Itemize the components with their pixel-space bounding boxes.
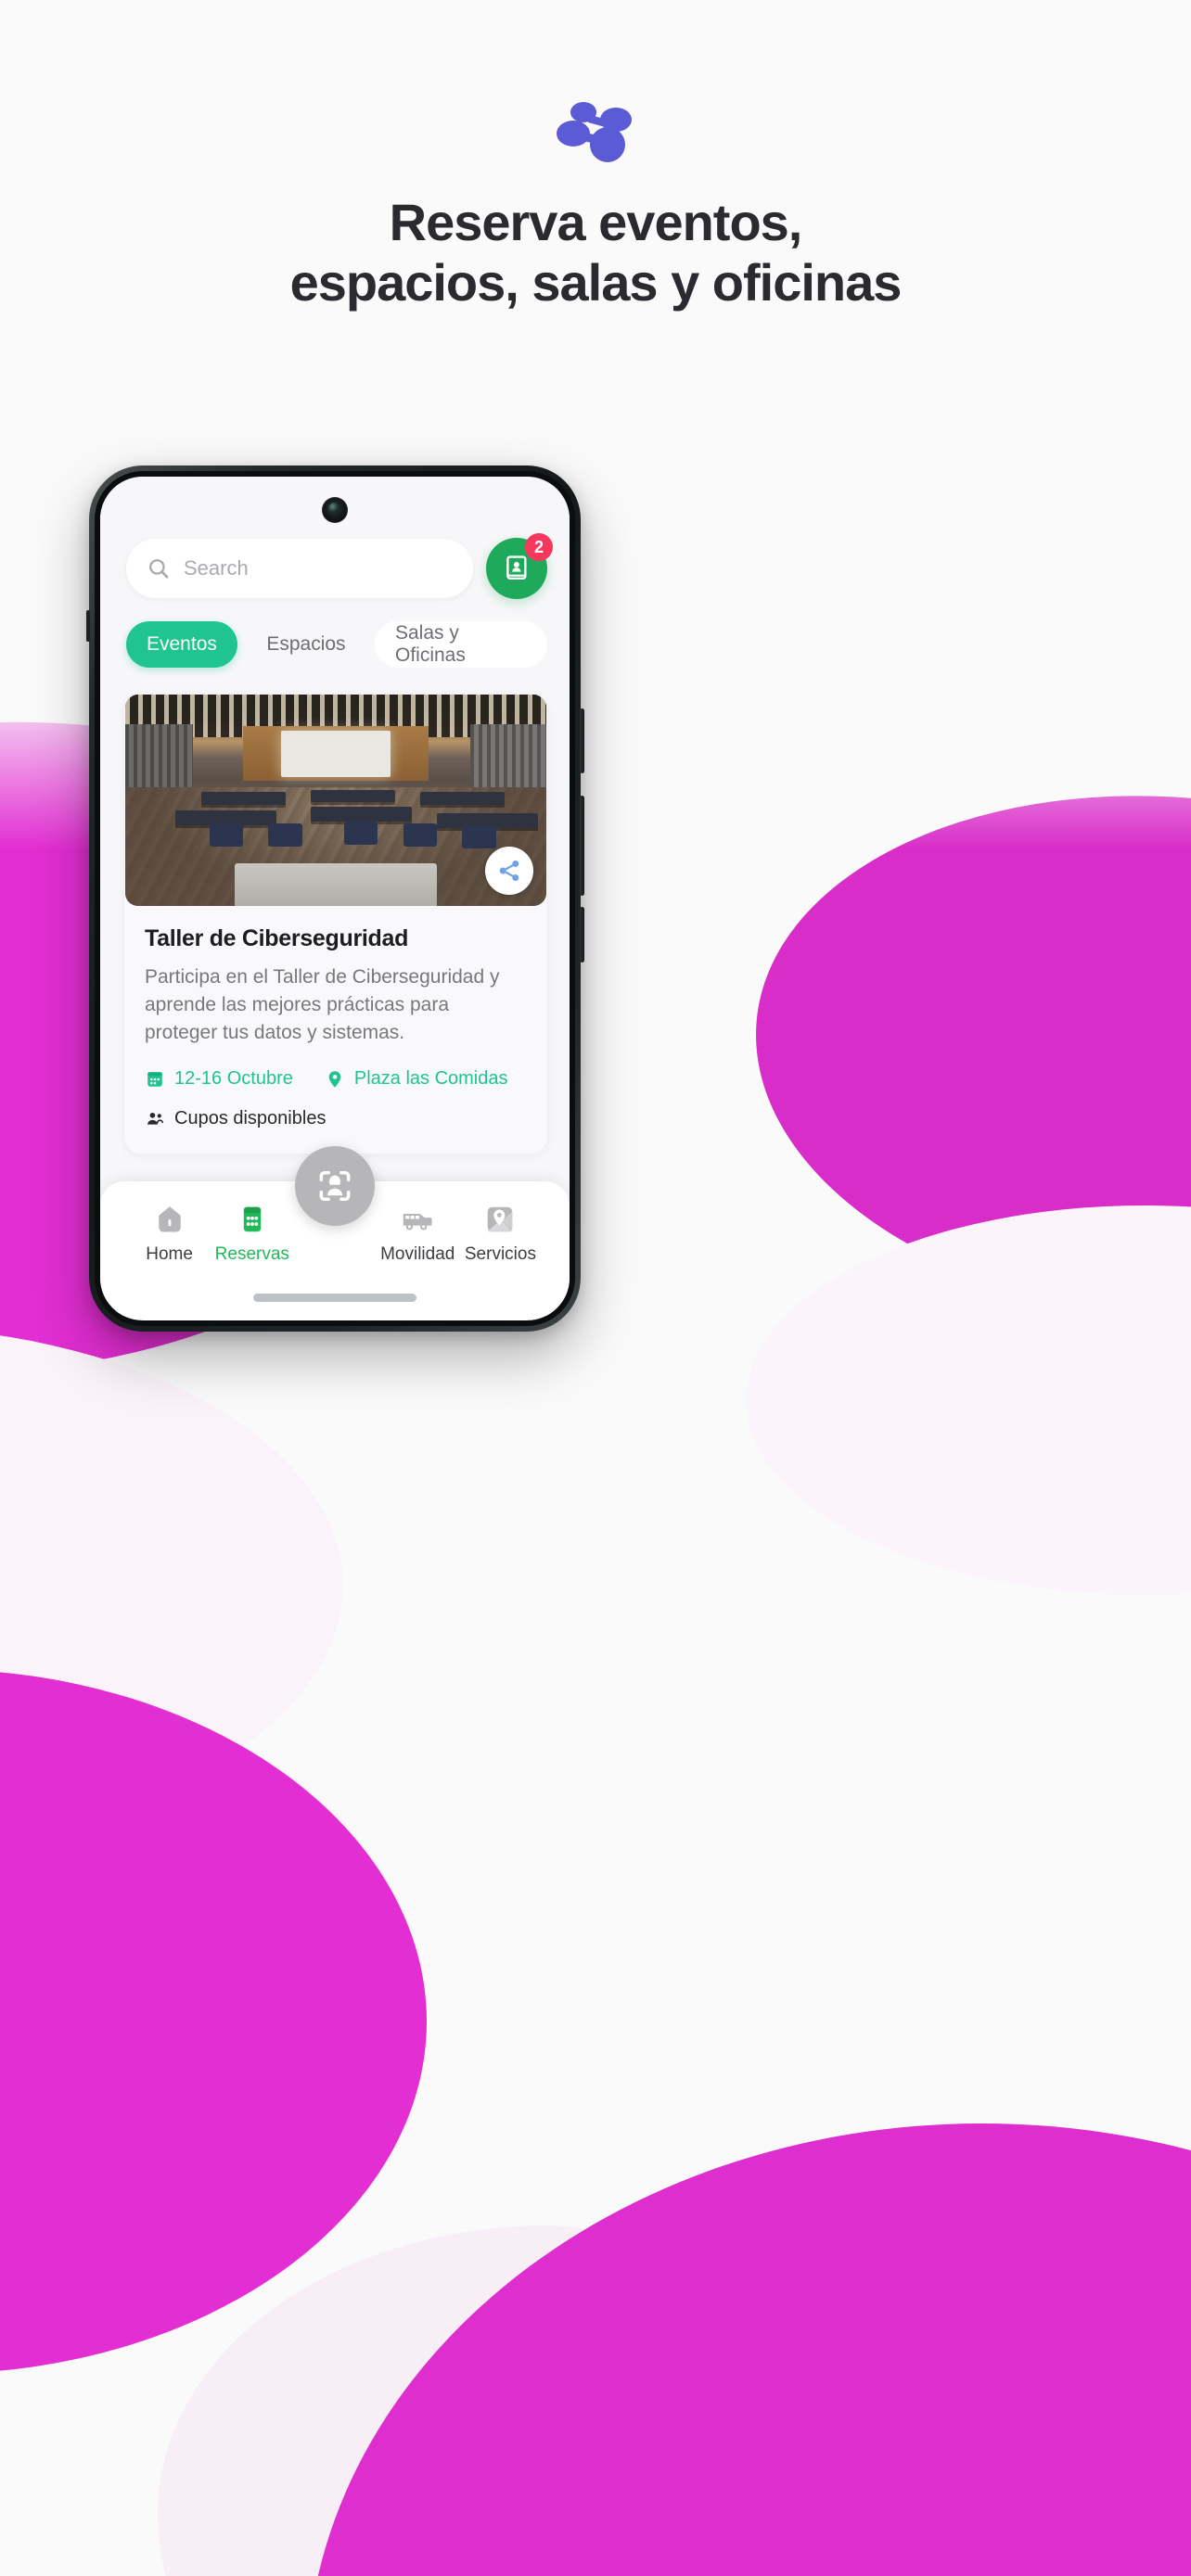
phone-left-nub (86, 610, 90, 642)
nav-item-reservas[interactable]: Reservas (211, 1202, 293, 1265)
contact-card-icon (506, 555, 527, 580)
home-icon (158, 1206, 181, 1232)
home-indicator[interactable] (253, 1294, 416, 1302)
event-date-label: 12-16 Octubre (174, 1068, 293, 1090)
event-card-image (125, 695, 546, 906)
bottom-navigation: Home Reservas Movilidad Servicios (100, 1146, 570, 1320)
tab-espacios[interactable]: Espacios (246, 621, 365, 668)
conference-room-photo (125, 695, 546, 906)
people-icon (147, 1112, 164, 1125)
event-card[interactable]: Taller de Ciberseguridad Participa en el… (124, 694, 547, 1154)
headline-line-1: Reserva eventos, (389, 193, 803, 251)
nav-label-reservas: Reservas (214, 1244, 289, 1264)
background-blob-bottom (306, 2123, 1191, 2576)
map-pin-icon (328, 1071, 341, 1088)
nav-item-servicios[interactable]: Servicios (459, 1202, 542, 1265)
search-placeholder: Search (184, 556, 249, 580)
search-icon (149, 559, 169, 579)
event-availability: Cupos disponibles (145, 1108, 326, 1129)
share-button[interactable] (485, 847, 533, 895)
search-row: Search 2 (100, 477, 570, 599)
headline-line-2: espacios, salas y oficinas (289, 252, 903, 312)
event-description: Participa en el Taller de Ciberseguridad… (145, 966, 500, 1043)
event-location-label: Plaza las Comidas (353, 1068, 508, 1090)
van-icon (403, 1213, 432, 1231)
page-root: Reserva eventos, espacios, salas y ofici… (0, 0, 1191, 2576)
event-date: 12-16 Octubre (145, 1068, 293, 1090)
event-availability-label: Cupos disponibles (174, 1108, 327, 1129)
phone-mockup: Search 2 Eventos Espacios Salas y Oficin… (86, 465, 584, 1332)
category-tabs: Eventos Espacios Salas y Oficinas (100, 599, 570, 668)
id-card-button-wrapper: 2 (486, 533, 553, 599)
marketing-header: Reserva eventos, espacios, salas y ofici… (0, 0, 1191, 313)
map-icon (488, 1206, 513, 1232)
calendar-icon (243, 1206, 261, 1232)
nav-label-movilidad: Movilidad (380, 1244, 455, 1264)
background-blob-right-light (746, 1205, 1191, 1595)
molecule-logo-icon (557, 102, 632, 162)
event-card-body: Taller de Ciberseguridad Participa en el… (124, 907, 547, 1154)
event-meta-row: 12-16 Octubre Plaza las Comidas (145, 1068, 527, 1090)
share-icon (499, 861, 519, 881)
event-location: Plaza las Comidas (325, 1068, 508, 1090)
phone-volume-up-button[interactable] (580, 796, 584, 896)
face-scan-icon (319, 1170, 351, 1202)
phone-volume-down-button[interactable] (580, 907, 584, 963)
phone-screen: Search 2 Eventos Espacios Salas y Oficin… (100, 477, 570, 1320)
app-viewport: Search 2 Eventos Espacios Salas y Oficin… (100, 477, 570, 1320)
nav-item-movilidad[interactable]: Movilidad (377, 1202, 459, 1265)
event-availability-row: Cupos disponibles (145, 1108, 527, 1129)
calendar-icon (147, 1072, 162, 1087)
nav-label-home: Home (146, 1244, 193, 1264)
notification-badge: 2 (525, 533, 553, 561)
page-title: Reserva eventos, espacios, salas y ofici… (0, 193, 1191, 313)
tab-eventos[interactable]: Eventos (126, 621, 237, 668)
phone-power-button[interactable] (580, 708, 584, 773)
nav-label-servicios: Servicios (464, 1244, 536, 1264)
tab-salas-y-oficinas[interactable]: Salas y Oficinas (374, 621, 548, 668)
front-camera-icon (322, 497, 348, 523)
event-title: Taller de Ciberseguridad (145, 925, 409, 951)
search-input[interactable]: Search (126, 539, 473, 598)
brand-logo (0, 96, 1191, 169)
nav-item-home[interactable]: Home (128, 1202, 211, 1265)
scan-fab-button[interactable] (295, 1146, 375, 1226)
